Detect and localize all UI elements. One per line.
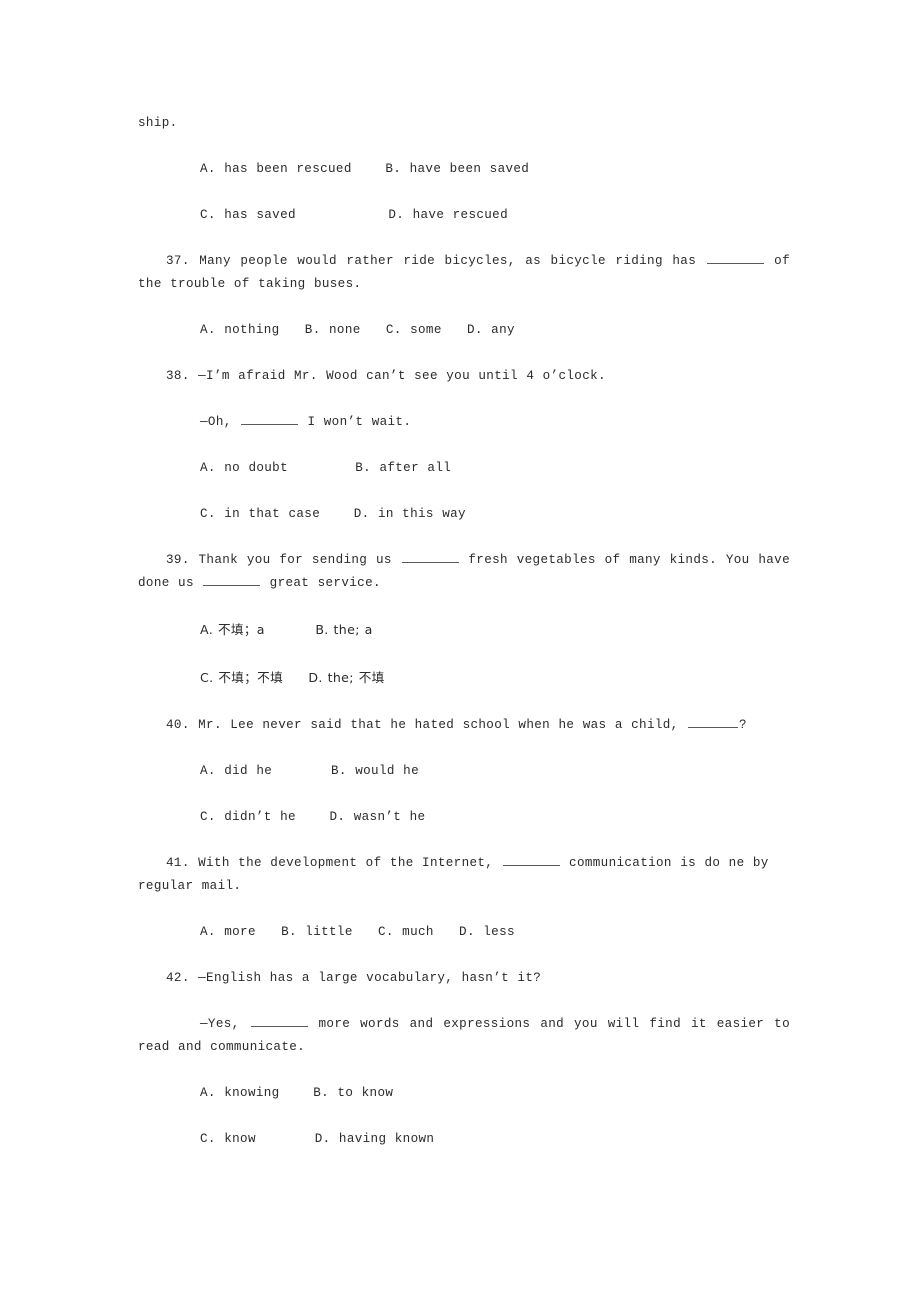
option-row[interactable]: A. no doubt B. after all — [200, 457, 790, 480]
stem-text-after-blank: ? — [739, 718, 747, 732]
question-stem-42-reply: —Yes, more words and expressions and you… — [138, 1013, 790, 1059]
stem-text-before-blank: 41. With the development of the Internet… — [166, 856, 502, 870]
option-row[interactable]: C. in that case D. in this way — [200, 503, 790, 526]
option-row[interactable]: A. has been rescued B. have been saved — [200, 158, 790, 181]
option-row[interactable]: A. more B. little C. much D. less — [200, 921, 790, 944]
answer-blank — [688, 715, 738, 728]
answer-blank — [203, 573, 261, 586]
stem-text-part-3: great service. — [261, 576, 381, 590]
answer-blank — [241, 412, 299, 425]
reply-text-before-blank: —Oh, — [200, 415, 241, 429]
reply-text-before-blank: —Yes, — [200, 1017, 250, 1031]
answer-blank — [502, 853, 560, 866]
question-stem-42: 42. —English has a large vocabulary, has… — [166, 971, 542, 985]
option-row[interactable]: C. didn’t he D. wasn’t he — [200, 806, 790, 829]
stem-text-before-blank: 37. Many people would rather ride bicycl… — [166, 254, 706, 268]
option-d[interactable]: D. the; 不填 — [308, 670, 384, 685]
option-row[interactable]: A. did he B. would he — [200, 760, 790, 783]
option-a[interactable]: A. 不填；a — [200, 622, 265, 637]
question-stem-39: 39. Thank you for sending us fresh veget… — [138, 549, 790, 595]
option-row[interactable]: A. nothing B. none C. some D. any — [200, 319, 790, 342]
option-row[interactable]: A. 不填；a B. the; a — [200, 618, 790, 643]
continued-fragment: ship. — [138, 116, 178, 130]
stem-text-before-blank: 40. Mr. Lee never said that he hated sch… — [166, 718, 687, 732]
reply-text-after-blank: I won’t wait. — [299, 415, 412, 429]
option-c[interactable]: C. 不填；不填 — [200, 670, 283, 685]
option-row[interactable]: C. 不填；不填 D. the; 不填 — [200, 666, 790, 691]
document-page: ship. A. has been rescued B. have been s… — [138, 112, 790, 1151]
option-row[interactable]: A. knowing B. to know — [200, 1082, 790, 1105]
question-stem-37: 37. Many people would rather ride bicycl… — [138, 250, 790, 296]
option-b[interactable]: B. the; a — [315, 622, 372, 637]
answer-blank — [706, 251, 764, 264]
question-stem-38: 38. —I’m afraid Mr. Wood can’t see you u… — [166, 369, 606, 383]
question-stem-38-reply: —Oh, I won’t wait. — [200, 411, 790, 434]
option-row[interactable]: C. has saved D. have rescued — [200, 204, 790, 227]
answer-blank — [250, 1014, 308, 1027]
stem-text-part-1: 39. Thank you for sending us — [166, 553, 401, 567]
question-stem-40: 40. Mr. Lee never said that he hated sch… — [138, 714, 790, 737]
question-stem-41: 41. With the development of the Internet… — [138, 852, 790, 898]
answer-blank — [401, 550, 459, 563]
option-row[interactable]: C. know D. having known — [200, 1128, 790, 1151]
